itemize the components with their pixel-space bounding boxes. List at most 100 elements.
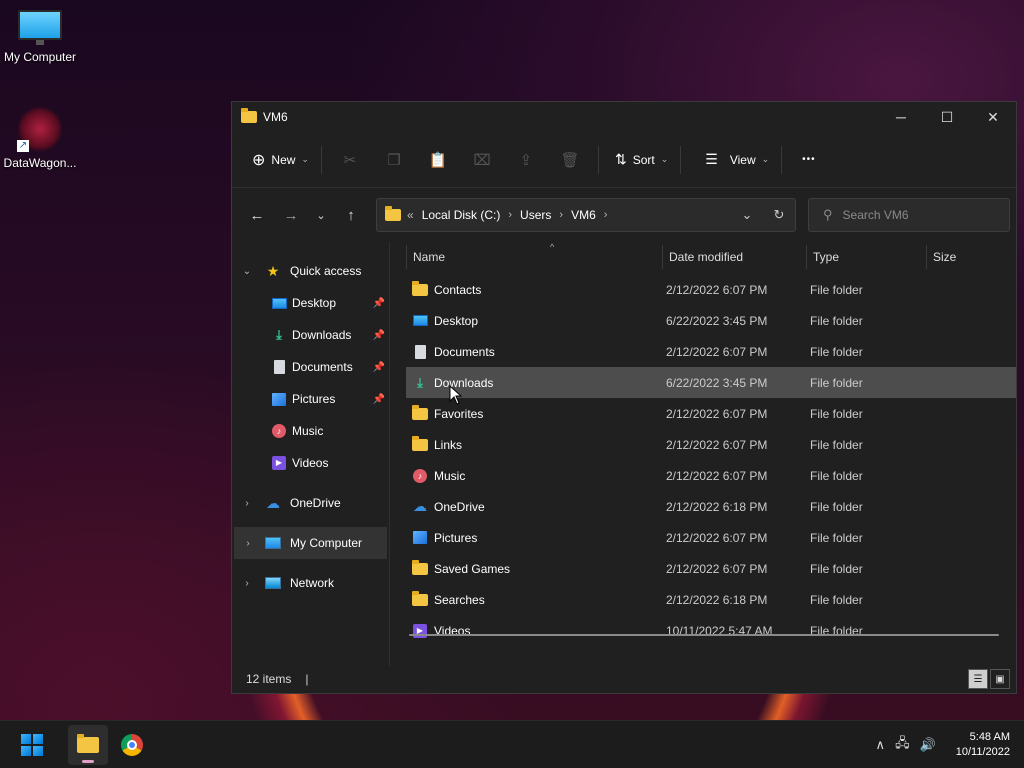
rename-icon[interactable]: ⌧ bbox=[469, 144, 495, 176]
show-hidden-icons-chevron-icon[interactable]: ∧ bbox=[876, 737, 886, 753]
start-button[interactable] bbox=[12, 725, 52, 765]
up-arrow-icon[interactable]: ↑ bbox=[336, 200, 366, 230]
volume-icon[interactable]: 🔊 bbox=[920, 737, 936, 753]
breadcrumb-users[interactable]: Users bbox=[520, 208, 551, 222]
chevron-down-icon: ⌄ bbox=[301, 154, 309, 164]
chrome-icon bbox=[121, 733, 143, 756]
taskbar-chrome[interactable] bbox=[112, 725, 152, 765]
file-date: 2/12/2022 6:07 PM bbox=[666, 468, 768, 483]
file-type: File folder bbox=[810, 282, 863, 297]
pin-icon: 📌 bbox=[372, 361, 385, 373]
file-date: 2/12/2022 6:07 PM bbox=[666, 344, 768, 359]
sort-icon: ⇅ bbox=[614, 151, 627, 167]
column-header-name[interactable]: Name bbox=[406, 245, 662, 269]
collapsed-chevron-icon[interactable]: › bbox=[234, 538, 262, 549]
sidebar-item-videos[interactable]: ▶ Videos bbox=[232, 447, 389, 479]
column-header-type[interactable]: Type bbox=[806, 245, 926, 269]
paste-icon[interactable]: 📋 bbox=[425, 144, 451, 176]
table-row-hovered[interactable]: ⤓ Downloads 6/22/2022 3:45 PM File folder bbox=[406, 367, 1016, 398]
onedrive-icon: ☁ bbox=[413, 498, 427, 514]
column-header-size[interactable]: Size bbox=[926, 245, 1006, 269]
more-options-button[interactable]: ••• bbox=[796, 144, 822, 176]
table-row[interactable]: Desktop 6/22/2022 3:45 PM File folder bbox=[406, 305, 1016, 336]
address-bar[interactable]: « Local Disk (C:) › Users › VM6 › ⌄ ↻ bbox=[376, 198, 796, 232]
windows-logo-icon bbox=[21, 733, 43, 756]
table-row[interactable]: ▶ Videos 10/11/2022 5:47 AM File folder bbox=[406, 615, 1016, 646]
sidebar-item-music[interactable]: ♪ Music bbox=[232, 415, 389, 447]
navigation-pane[interactable]: ⌄ ★ Quick access Desktop 📌 ⤓ Downloads 📌… bbox=[232, 242, 390, 666]
file-date: 2/12/2022 6:07 PM bbox=[666, 282, 768, 297]
table-row[interactable]: Searches 2/12/2022 6:18 PM File folder bbox=[406, 584, 1016, 615]
desktop-icon-my-computer[interactable]: My Computer bbox=[0, 10, 80, 64]
sidebar-item-onedrive[interactable]: › ☁ OneDrive bbox=[232, 487, 389, 519]
sidebar-item-pictures[interactable]: Pictures 📌 bbox=[232, 383, 389, 415]
chevron-right-icon: › bbox=[559, 209, 564, 221]
title-bar[interactable]: VM6 ─ ☐ ✕ bbox=[232, 102, 1016, 132]
network-status-icon[interactable]: 🖧 bbox=[895, 734, 910, 756]
delete-icon[interactable]: 🗑 bbox=[557, 144, 583, 176]
computer-icon bbox=[262, 537, 284, 549]
sort-button[interactable]: ⇅ Sort ⌄ bbox=[609, 144, 674, 176]
expanded-chevron-icon[interactable]: ⌄ bbox=[232, 266, 262, 277]
table-row[interactable]: Links 2/12/2022 6:07 PM File folder bbox=[406, 429, 1016, 460]
table-row[interactable]: Contacts 2/12/2022 6:07 PM File folder bbox=[406, 274, 1016, 305]
status-separator: | bbox=[305, 672, 309, 686]
collapsed-chevron-icon[interactable]: › bbox=[232, 498, 262, 509]
collapsed-chevron-icon[interactable]: › bbox=[232, 578, 262, 589]
file-name: Desktop bbox=[434, 313, 479, 328]
forward-arrow-icon[interactable]: → bbox=[276, 200, 306, 230]
sidebar-item-quick-access[interactable]: ⌄ ★ Quick access bbox=[232, 255, 389, 287]
star-icon: ★ bbox=[266, 262, 280, 279]
sidebar-item-downloads[interactable]: ⤓ Downloads 📌 bbox=[232, 319, 389, 351]
table-row[interactable]: Pictures 2/12/2022 6:07 PM File folder bbox=[406, 522, 1016, 553]
table-row[interactable]: Saved Games 2/12/2022 6:07 PM File folde… bbox=[406, 553, 1016, 584]
view-label: View bbox=[729, 152, 756, 167]
horizontal-scrollbar[interactable] bbox=[409, 634, 999, 636]
overflow-chevron-icon[interactable]: « bbox=[407, 208, 414, 222]
sort-ascending-icon: ^ bbox=[550, 242, 555, 252]
search-box[interactable]: ⚲ Search VM6 bbox=[808, 198, 1010, 232]
clock-date: 10/11/2022 bbox=[955, 745, 1010, 758]
breadcrumb-vm6[interactable]: VM6 bbox=[571, 208, 596, 222]
folder-icon bbox=[410, 435, 430, 451]
table-row[interactable]: ♪ Music 2/12/2022 6:07 PM File folder bbox=[406, 460, 1016, 491]
column-header-date[interactable]: Date modified bbox=[662, 245, 806, 269]
file-list[interactable]: ^ Name Date modified Type Size Contacts … bbox=[390, 242, 1016, 666]
breadcrumb-local-disk[interactable]: Local Disk (C:) bbox=[422, 208, 501, 222]
refresh-icon[interactable]: ↻ bbox=[763, 207, 795, 223]
sidebar-item-my-computer[interactable]: › My Computer bbox=[234, 527, 387, 559]
sidebar-item-label: Downloads bbox=[292, 328, 352, 342]
new-button[interactable]: ⊕ New ⌄ bbox=[246, 144, 315, 176]
table-row[interactable]: Documents 2/12/2022 6:07 PM File folder bbox=[406, 336, 1016, 367]
sidebar-item-documents[interactable]: Documents 📌 bbox=[232, 351, 389, 383]
taskbar-file-explorer[interactable] bbox=[68, 724, 108, 765]
recent-locations-chevron-icon[interactable]: ⌄ bbox=[306, 200, 336, 230]
table-row[interactable]: Favorites 2/12/2022 6:07 PM File folder bbox=[406, 398, 1016, 429]
navigation-bar: ← → ⌄ ↑ « Local Disk (C:) › Users › VM6 … bbox=[232, 188, 1016, 242]
folder-icon bbox=[241, 108, 257, 123]
back-arrow-icon[interactable]: ← bbox=[242, 200, 272, 230]
details-view-icon[interactable]: ☰ bbox=[968, 669, 988, 689]
maximize-button[interactable]: ☐ bbox=[924, 102, 970, 132]
large-icons-view-icon[interactable]: ▣ bbox=[990, 669, 1010, 689]
file-name: Contacts bbox=[434, 282, 482, 297]
mouse-cursor-icon bbox=[449, 385, 463, 405]
sidebar-item-label: OneDrive bbox=[290, 496, 341, 510]
clock[interactable]: 5:48 AM 10/11/2022 bbox=[956, 730, 1010, 760]
share-icon[interactable]: ⇪ bbox=[513, 144, 539, 176]
address-history-chevron-icon[interactable]: ⌄ bbox=[731, 207, 763, 223]
view-list-icon: ☰ bbox=[705, 151, 718, 167]
table-row[interactable]: ☁ OneDrive 2/12/2022 6:18 PM File folder bbox=[406, 491, 1016, 522]
monitor-icon bbox=[18, 10, 62, 45]
close-button[interactable]: ✕ bbox=[970, 102, 1016, 132]
pictures-icon bbox=[410, 531, 430, 544]
file-date: 2/12/2022 6:07 PM bbox=[666, 437, 768, 452]
cut-icon[interactable]: ✂ bbox=[337, 144, 363, 176]
minimize-button[interactable]: ─ bbox=[878, 102, 924, 132]
running-indicator bbox=[82, 759, 94, 763]
view-button[interactable]: ☰ View ⌄ bbox=[699, 144, 775, 176]
sidebar-item-desktop[interactable]: Desktop 📌 bbox=[232, 287, 389, 319]
desktop-icon-datawagon[interactable]: ↗ DataWagon... bbox=[0, 106, 80, 170]
sidebar-item-network[interactable]: › Network bbox=[232, 567, 389, 599]
copy-icon[interactable]: ❐ bbox=[381, 144, 407, 176]
